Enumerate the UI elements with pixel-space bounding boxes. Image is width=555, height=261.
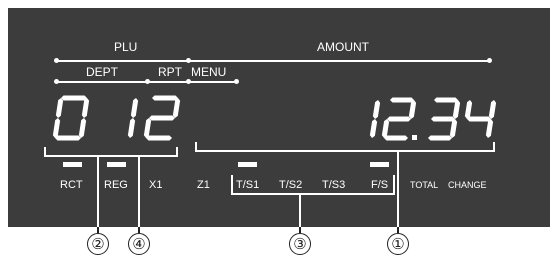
right-digit-2-segment-e (381, 119, 390, 138)
right-digit-4-segment-c (485, 119, 494, 138)
callout-3: ③ (289, 233, 311, 255)
right-digit-2-segment-g (387, 116, 411, 122)
fs-label: F/S (371, 179, 389, 191)
left-digit-3-segment-e (143, 118, 152, 138)
right-digit-2-segment-b (408, 100, 417, 119)
callout-4: ④ (128, 233, 150, 255)
right-digit-3-segment-a (434, 97, 458, 103)
right-digit-4-segment-g (467, 116, 491, 122)
ts1-indicator-bar (238, 162, 257, 167)
right-digit-4-segment-f (464, 100, 473, 119)
callout-1: ① (387, 233, 409, 255)
left-digit-2-segment-c (127, 118, 136, 138)
right-digit-3-segment-g (431, 116, 455, 122)
left-digit-1-segment-f (55, 98, 64, 118)
right-digit-3-segment-d (428, 135, 452, 141)
total-label: TOTAL (410, 180, 439, 190)
right-digit-2-segment-a (390, 97, 414, 103)
left-bracket-line (44, 155, 178, 157)
cash-register-display-diagram: PLU AMOUNT DEPT RPT MENU 0 1 2 12 34 (0, 0, 555, 261)
reg-indicator-bar (107, 162, 126, 167)
left-digit-1-segment-c (78, 118, 87, 138)
left-digit-group (52, 95, 181, 141)
rct-indicator-bar (63, 162, 82, 167)
left-digit-1-segment-d (55, 135, 81, 141)
right-digit-group (369, 97, 497, 141)
callout-4-leader (138, 156, 140, 232)
left-digit-3-segment-g (149, 115, 175, 121)
ts1-label: T/S1 (236, 179, 260, 191)
right-digit-4-segment-b (488, 100, 497, 119)
ts3-label: T/S3 (322, 179, 346, 191)
right-digit-3-segment-b (452, 100, 461, 119)
ts2-label: T/S2 (279, 179, 303, 191)
right-digit-3-segment-c (449, 119, 458, 138)
callout-1-leader (397, 151, 399, 232)
z1-label: Z1 (197, 179, 210, 191)
left-digit-2-segment-b (130, 98, 139, 118)
display-panel: PLU AMOUNT DEPT RPT MENU 0 1 2 12 34 (8, 8, 550, 227)
left-digit-1-segment-a (61, 95, 87, 101)
fs-indicator-bar (370, 162, 389, 167)
left-digit-3-segment-a (152, 95, 178, 101)
callout-2-leader (97, 156, 99, 232)
left-digit-1-segment-e (52, 118, 61, 138)
ts-bracket-right-tick (393, 175, 395, 194)
change-label: CHANGE (448, 180, 487, 190)
decimal-point (412, 135, 417, 140)
right-digit-1-segment-b (372, 100, 381, 119)
x1-label: X1 (149, 179, 163, 191)
right-bracket-line (195, 150, 495, 152)
left-digit-3-segment-d (146, 135, 172, 141)
reg-label: REG (104, 179, 128, 191)
rct-label: RCT (60, 179, 83, 191)
right-digit-2-segment-d (384, 135, 408, 141)
callout-2: ② (87, 233, 109, 255)
left-digit-1-segment-b (81, 98, 90, 118)
left-bracket-right-tick (176, 147, 178, 157)
right-digit-1-segment-c (369, 119, 378, 138)
right-bracket-right-tick (493, 142, 495, 152)
left-digit-3-segment-b (172, 98, 181, 118)
ts-bracket-line (231, 193, 395, 195)
ts-bracket-left-tick (231, 175, 233, 194)
